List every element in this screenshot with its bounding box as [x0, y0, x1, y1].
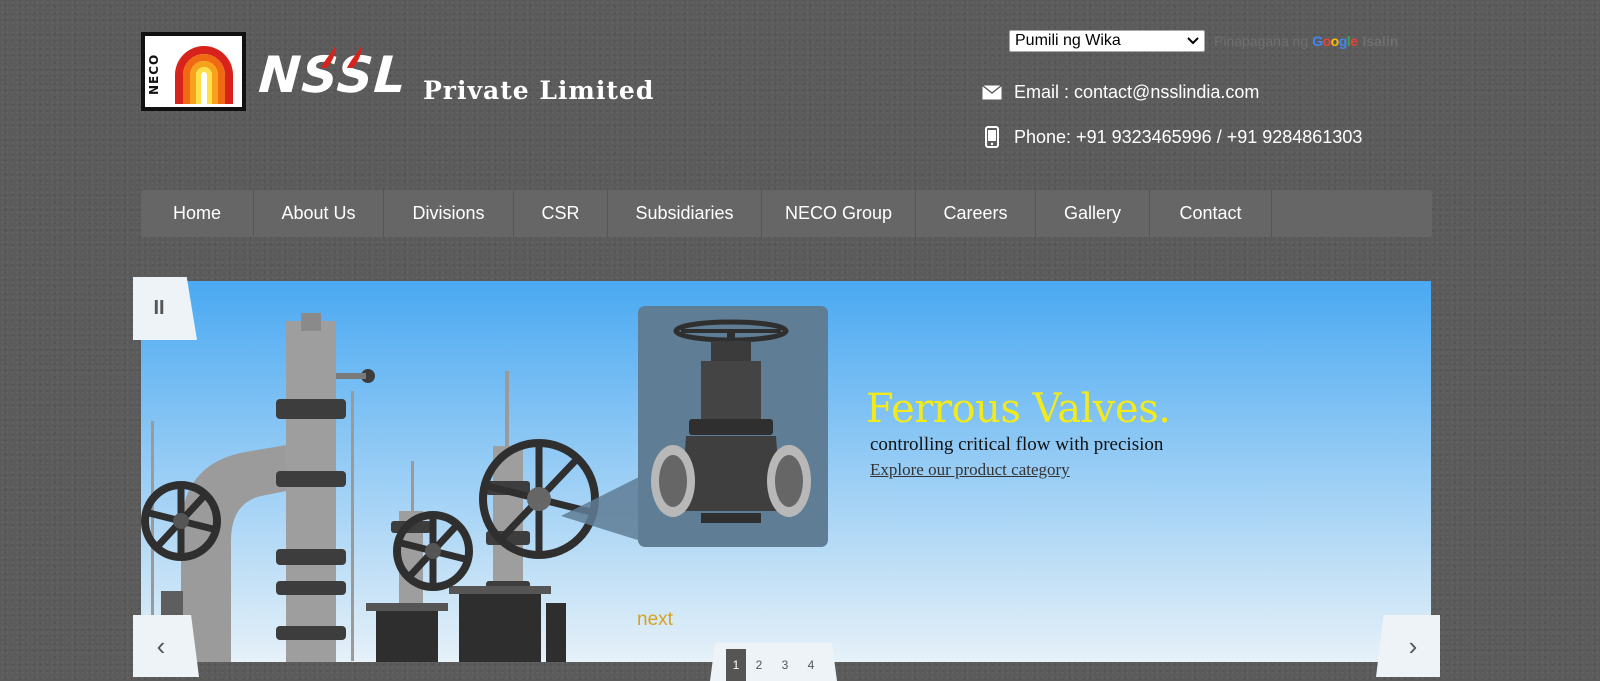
nav-item-contact[interactable]: Contact [1150, 190, 1272, 237]
powered-by: Pinapagana ng Google Isalin [1214, 33, 1398, 49]
flame-accent-icon [321, 46, 362, 68]
slider-pause-button[interactable]: II [133, 277, 197, 340]
chevron-right-icon: › [1408, 630, 1418, 661]
slider-next-button[interactable]: › [1376, 615, 1440, 677]
contact-email[interactable]: Email : contact@nsslindia.com [980, 82, 1259, 103]
slide-title: Ferrous Valves. [866, 386, 1171, 432]
slide-subtitle: controlling critical flow with precision [870, 434, 1164, 455]
google-logo: Google [1312, 33, 1358, 49]
mobile-phone-icon [980, 126, 1004, 148]
chevron-left-icon: ‹ [156, 630, 166, 661]
nav-item-neco-group[interactable]: NECO Group [762, 190, 916, 237]
phone-text: Phone: +91 9323465996 / +91 9284861303 [1014, 126, 1363, 147]
nav-item-gallery[interactable]: Gallery [1036, 190, 1150, 237]
valve-illustration [141, 281, 1431, 662]
language-select-value: Pumili ng Wika [1015, 32, 1121, 49]
page-dot-3[interactable]: 3 [772, 649, 798, 681]
neco-badge-logo: NECO [141, 32, 246, 111]
logo-subtitle: Private Limited [423, 76, 655, 105]
nav-item-divisions[interactable]: Divisions [384, 190, 514, 237]
nav-item-about-us[interactable]: About Us [254, 190, 384, 237]
powered-by-text: Pinapagana ng [1214, 33, 1309, 49]
explore-product-link[interactable]: Explore our product category [870, 460, 1070, 480]
hero-slider: Ferrous Valves. controlling critical flo… [141, 281, 1431, 662]
rainbow-arch-icon [175, 46, 233, 104]
chevron-down-icon [1187, 34, 1199, 48]
translate-link[interactable]: Isalin [1362, 33, 1398, 49]
badge-text: NECO [147, 53, 161, 95]
email-text: Email : contact@nsslindia.com [1014, 82, 1260, 102]
slider-pagination: 1 2 3 4 [710, 643, 837, 681]
language-select[interactable]: Pumili ng Wika [1009, 30, 1205, 52]
nav-item-home[interactable]: Home [141, 190, 254, 237]
nav-item-csr[interactable]: CSR [514, 190, 608, 237]
slider-prev-button[interactable]: ‹ [133, 615, 199, 677]
page-dot-2[interactable]: 2 [746, 649, 772, 681]
nav-item-subsidiaries[interactable]: Subsidiaries [608, 190, 762, 237]
envelope-icon [980, 85, 1004, 100]
google-translate-widget: Pumili ng Wika Pinapagana ng Google Isal… [1009, 30, 1398, 52]
page-dot-4[interactable]: 4 [798, 649, 824, 681]
slide-next-link[interactable]: next [637, 609, 673, 631]
main-navigation: Home About Us Divisions CSR Subsidiaries… [141, 190, 1432, 237]
site-logo[interactable]: NECO NSSL Private Limited [141, 32, 701, 112]
page-dot-1[interactable]: 1 [726, 649, 746, 681]
contact-phone[interactable]: Phone: +91 9323465996 / +91 9284861303 [980, 126, 1362, 148]
nav-item-careers[interactable]: Careers [916, 190, 1036, 237]
pause-icon: II [153, 297, 165, 319]
